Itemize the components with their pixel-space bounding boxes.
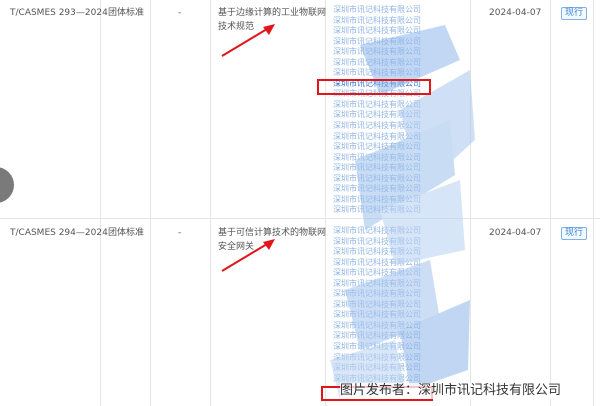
highlight-box xyxy=(317,79,431,95)
drafting-companies-list: 深圳市讯记科技有限公司 深圳市讯记科技有限公司 深圳市讯记科技有限公司 深圳市讯记科技… xyxy=(333,226,463,384)
column-divider xyxy=(150,0,151,406)
company-name: 深圳市讯记科技有限公司 xyxy=(333,57,421,67)
company-name: 深圳市讯记科技有限公司 xyxy=(333,310,421,320)
arrow-icon xyxy=(221,24,275,57)
publish-date: 2024-04-07 xyxy=(489,8,542,18)
company-name: 深圳市讯记科技有限公司 xyxy=(333,152,421,162)
row-divider xyxy=(0,218,600,219)
publish-date: 2024-04-07 xyxy=(489,228,542,238)
adopted-standard: - xyxy=(178,8,182,18)
company-name: 深圳市讯记科技有限公司 xyxy=(333,320,421,330)
column-divider xyxy=(100,0,101,406)
company-name: 深圳市讯记科技有限公司 xyxy=(333,268,421,278)
company-name: 深圳市讯记科技有限公司 xyxy=(333,289,421,299)
standard-code: T/CASMES 294—2024 xyxy=(10,228,108,238)
status-badge[interactable]: 现行 xyxy=(561,227,588,240)
company-name: 深圳市讯记科技有限公司 xyxy=(333,121,421,131)
standard-code: T/CASMES 293—2024 xyxy=(10,8,108,18)
company-name: 深圳市讯记科技有限公司 xyxy=(333,15,421,25)
company-name: 深圳市讯记科技有限公司 xyxy=(333,226,421,235)
standard-type: 团体标准 xyxy=(108,228,145,238)
company-name: 深圳市讯记科技有限公司 xyxy=(333,163,421,173)
standard-type: 团体标准 xyxy=(108,8,145,18)
column-divider xyxy=(593,0,594,406)
blur-watermark xyxy=(330,25,475,400)
company-name: 深圳市讯记科技有限公司 xyxy=(333,131,421,141)
status-badge[interactable]: 现行 xyxy=(561,7,588,20)
drafting-companies-list: 深圳市讯记科技有限公司 深圳市讯记科技有限公司 深圳市讯记科技有限公司 深圳市讯记科技… xyxy=(333,5,463,216)
column-divider xyxy=(325,0,326,406)
column-divider xyxy=(470,0,471,406)
company-name: 深圳市讯记科技有限公司 xyxy=(333,331,421,341)
company-name: 深圳市讯记科技有限公司 xyxy=(333,247,421,257)
company-name: 深圳市讯记科技有限公司 xyxy=(333,363,421,373)
company-name: 深圳市讯记科技有限公司 xyxy=(333,194,421,204)
column-divider xyxy=(550,0,551,406)
company-name: 深圳市讯记科技有限公司 xyxy=(333,99,421,109)
company-name: 深圳市讯记科技有限公司 xyxy=(333,26,421,36)
company-name: 深圳市讯记科技有限公司 xyxy=(333,5,421,14)
company-name: 深圳市讯记科技有限公司 xyxy=(333,278,421,288)
company-name: 深圳市讯记科技有限公司 xyxy=(333,110,421,120)
company-name: 深圳市讯记科技有限公司 xyxy=(333,299,421,309)
adopted-standard: - xyxy=(178,228,182,238)
company-name: 深圳市讯记科技有限公司 xyxy=(333,142,421,152)
company-name: 深圳市讯记科技有限公司 xyxy=(333,205,421,215)
company-name: 深圳市讯记科技有限公司 xyxy=(333,47,421,57)
company-name: 深圳市讯记科技有限公司 xyxy=(333,173,421,183)
company-name: 深圳市讯记科技有限公司 xyxy=(333,352,421,362)
arrow-icon xyxy=(221,239,275,272)
column-divider xyxy=(210,0,211,406)
company-name: 深圳市讯记科技有限公司 xyxy=(333,257,421,267)
company-name: 深圳市讯记科技有限公司 xyxy=(333,36,421,46)
company-name: 深圳市讯记科技有限公司 xyxy=(333,342,421,352)
company-name: 深圳市讯记科技有限公司 xyxy=(333,236,421,246)
scroll-handle[interactable] xyxy=(0,167,14,203)
company-name: 深圳市讯记科技有限公司 xyxy=(333,68,421,78)
company-name: 深圳市讯记科技有限公司 xyxy=(333,184,421,194)
image-caption: 图片发布者：深圳市讯记科技有限公司 xyxy=(340,383,562,399)
